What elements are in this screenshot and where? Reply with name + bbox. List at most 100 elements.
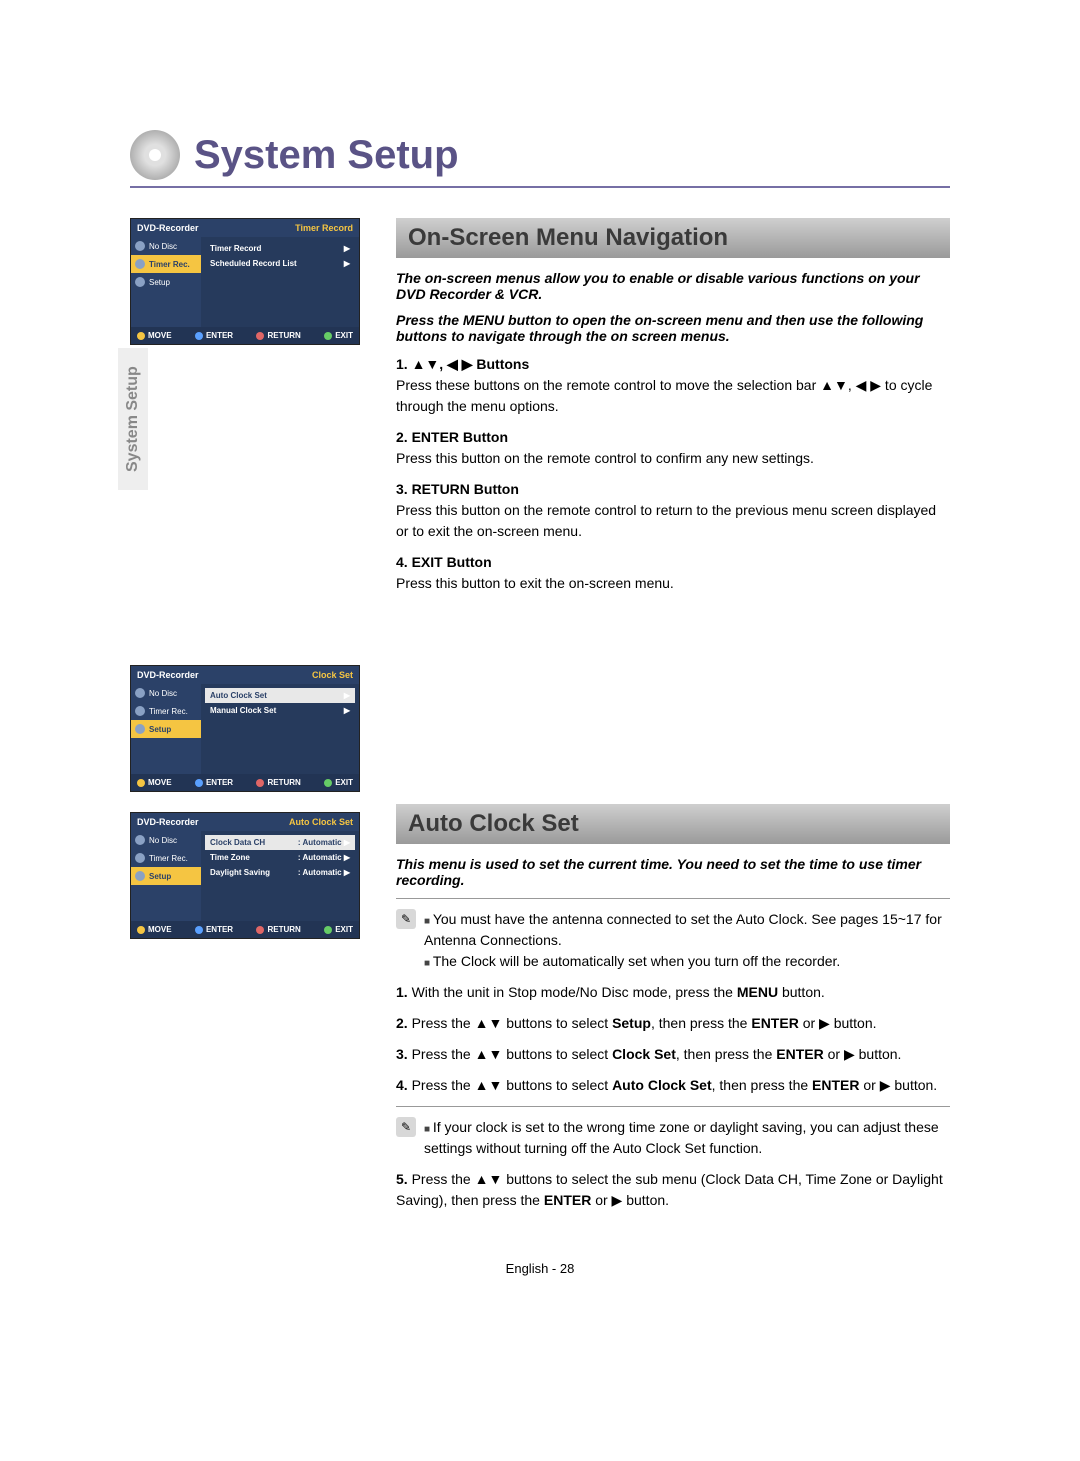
step-bold: ENTER [776, 1046, 823, 1062]
clk-intro: This menu is used to set the current tim… [396, 856, 950, 888]
chevron-right-icon: ▶ [344, 838, 350, 847]
step-label: 2. ENTER Button [396, 429, 508, 445]
side-tab: System Setup [118, 348, 148, 490]
clk-steps-cont: 5. Press the ▲▼ buttons to select the su… [396, 1169, 950, 1211]
nav-heading: On-Screen Menu Navigation [408, 224, 728, 251]
ftr-enter: ENTER [206, 925, 233, 934]
osd-item: Scheduled Record List [210, 259, 297, 268]
note-item: If your clock is set to the wrong time z… [424, 1117, 950, 1159]
ftr-return: RETURN [267, 778, 300, 787]
osd-setup: Setup [149, 872, 171, 881]
ftr-enter: ENTER [206, 331, 233, 340]
note-icon: ✎ [396, 1117, 416, 1137]
right-column: On-Screen Menu Navigation The on-screen … [396, 218, 950, 1221]
move-icon [137, 779, 145, 787]
osd-item: Auto Clock Set [210, 691, 267, 700]
osd-subtitle: Timer Record [295, 223, 353, 233]
ftr-move: MOVE [148, 331, 172, 340]
step-num: 2. [396, 1015, 412, 1031]
osd-val: : Automatic [298, 853, 342, 862]
ftr-move: MOVE [148, 778, 172, 787]
step-text: , then press the [676, 1046, 776, 1062]
ftr-exit: EXIT [335, 331, 353, 340]
return-icon [256, 926, 264, 934]
chevron-right-icon: ▶ [344, 244, 350, 253]
ftr-exit: EXIT [335, 778, 353, 787]
osd-subtitle: Clock Set [312, 670, 353, 680]
timer-icon [135, 853, 145, 863]
osd-setup: Setup [149, 278, 170, 287]
note-block: ✎ You must have the antenna connected to… [396, 898, 950, 972]
osd-subtitle: Auto Clock Set [289, 817, 353, 827]
osd-item: Time Zone [210, 853, 250, 862]
step-bold: ENTER [812, 1077, 859, 1093]
osd-auto-clock-set: DVD-RecorderAuto Clock Set No Disc Timer… [130, 812, 360, 939]
osd-clock-set: DVD-Recorder Clock Set No Disc Timer Rec.… [130, 665, 360, 792]
step-bold: ENTER [544, 1192, 591, 1208]
chevron-right-icon: ▶ [344, 853, 350, 862]
step-bold: Auto Clock Set [612, 1077, 712, 1093]
step-bold: Clock Set [612, 1046, 676, 1062]
ftr-return: RETURN [267, 331, 300, 340]
section-heading-nav: On-Screen Menu Navigation [396, 218, 950, 258]
ftr-exit: EXIT [335, 925, 353, 934]
step-text: or ▶ button. [860, 1077, 938, 1093]
step-text: or ▶ button. [591, 1192, 669, 1208]
step-body: Press this button on the remote control … [396, 450, 814, 466]
osd-title: DVD-Recorder [137, 223, 199, 233]
osd-item: Timer Record [210, 244, 261, 253]
chevron-right-icon: ▶ [344, 868, 350, 877]
page-title-row: System Setup [130, 130, 950, 188]
nav-intro2: Press the MENU button to open the on-scr… [396, 312, 950, 344]
osd-val: : Automatic [298, 868, 342, 877]
osd-setup: Setup [149, 725, 171, 734]
step-text: Press the ▲▼ buttons to select [412, 1046, 612, 1062]
chevron-right-icon: ▶ [344, 259, 350, 268]
setup-icon [135, 277, 145, 287]
note-block: ✎ If your clock is set to the wrong time… [396, 1106, 950, 1159]
move-icon [137, 332, 145, 340]
step-text: Press the ▲▼ buttons to select [412, 1077, 612, 1093]
step-num: 5. [396, 1171, 412, 1187]
setup-icon [135, 724, 145, 734]
osd-val: : Automatic [298, 838, 342, 847]
note-item: You must have the antenna connected to s… [424, 909, 950, 951]
step-text: , then press the [651, 1015, 751, 1031]
enter-icon [195, 926, 203, 934]
osd-title: DVD-Recorder [137, 817, 199, 827]
exit-icon [324, 779, 332, 787]
setup-icon [135, 871, 145, 881]
osd-item: Manual Clock Set [210, 706, 276, 715]
osd-nodisc: No Disc [149, 242, 177, 251]
step-text: , then press the [712, 1077, 812, 1093]
return-icon [256, 332, 264, 340]
chevron-right-icon: ▶ [344, 691, 350, 700]
step-body: Press these buttons on the remote contro… [396, 377, 932, 414]
ftr-return: RETURN [267, 925, 300, 934]
step-label: 3. RETURN Button [396, 481, 519, 497]
osd-nodisc: No Disc [149, 689, 177, 698]
disc-icon [130, 130, 180, 180]
step-text: or ▶ button. [799, 1015, 877, 1031]
clk-steps: 1. With the unit in Stop mode/No Disc mo… [396, 982, 950, 1096]
nodisc-icon [135, 688, 145, 698]
left-column: DVD-Recorder Timer Record No Disc Timer R… [130, 218, 370, 1221]
exit-icon [324, 926, 332, 934]
nav-intro1: The on-screen menus allow you to enable … [396, 270, 950, 302]
ftr-enter: ENTER [206, 778, 233, 787]
clk-heading: Auto Clock Set [408, 810, 579, 837]
enter-icon [195, 779, 203, 787]
timer-icon [135, 259, 145, 269]
osd-title: DVD-Recorder [137, 670, 199, 680]
osd-timer: Timer Rec. [149, 707, 188, 716]
enter-icon [195, 332, 203, 340]
osd-item: Daylight Saving [210, 868, 270, 877]
osd-nodisc: No Disc [149, 836, 177, 845]
step-text: button. [778, 984, 825, 1000]
step-bold: Setup [612, 1015, 651, 1031]
exit-icon [324, 332, 332, 340]
step-text: With the unit in Stop mode/No Disc mode,… [412, 984, 737, 1000]
nodisc-icon [135, 835, 145, 845]
step-body: Press this button to exit the on-screen … [396, 575, 674, 591]
step-body: Press this button on the remote control … [396, 502, 936, 539]
